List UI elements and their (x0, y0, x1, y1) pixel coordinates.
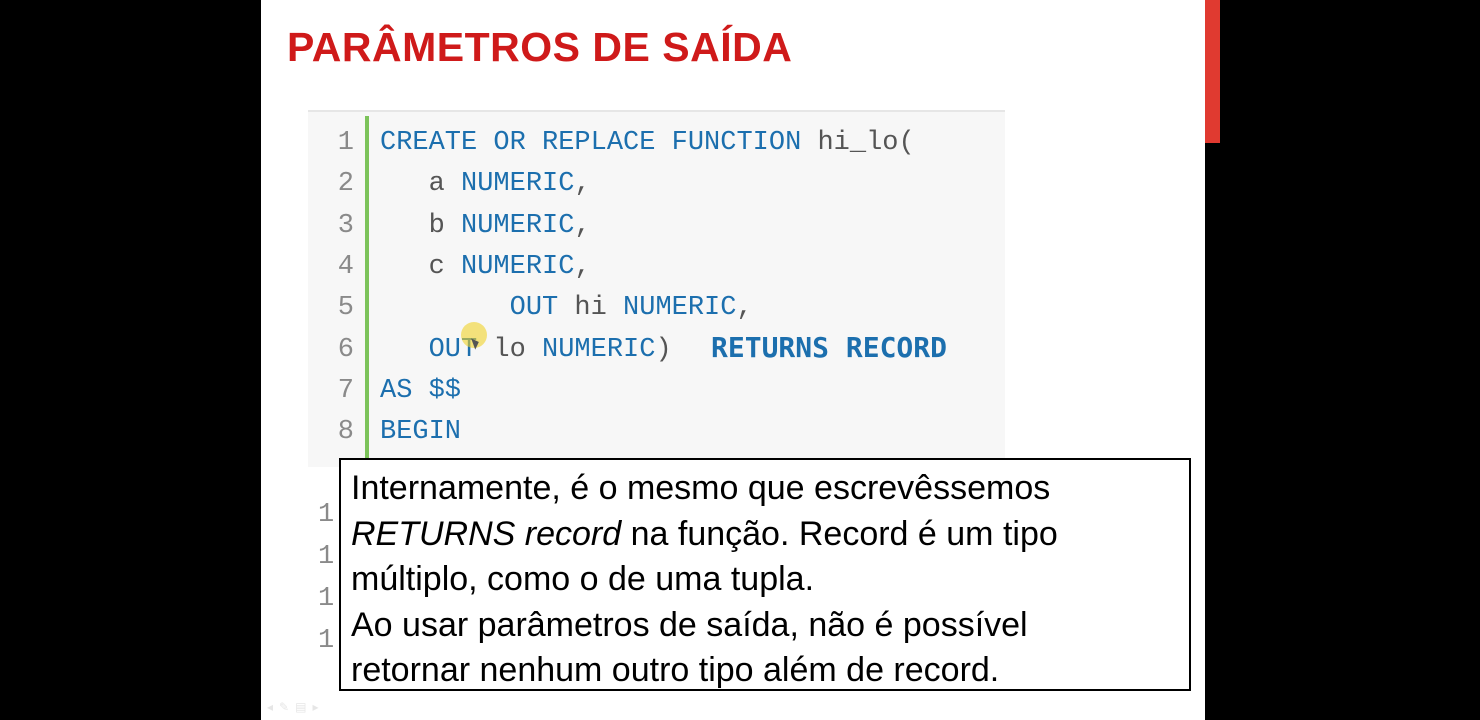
slide: PARÂMETROS DE SAÍDA 1 CREATE OR REPLACE F… (261, 0, 1205, 720)
code-text: OUT lo NUMERIC) (428, 334, 672, 365)
note-text: na função. Record é um tipo (621, 514, 1058, 553)
next-slide-icon[interactable]: ▸ (312, 700, 324, 714)
slide-controls: ◂✎▤▸ (267, 700, 324, 714)
code-panel: 1 CREATE OR REPLACE FUNCTION hi_lo( 2 a NU… (308, 110, 1005, 467)
note-line: Ao usar parâmetros de saída, não é possí… (351, 605, 1028, 644)
note-line: Internamente, é o mesmo que escrevêssemo… (351, 469, 1051, 507)
line-number: 8 (337, 417, 354, 448)
line-number: 6 (337, 334, 354, 365)
code-text: b NUMERIC, (380, 210, 591, 241)
line-number: 1 (318, 584, 335, 614)
menu-icon[interactable]: ▤ (295, 700, 312, 714)
note-italic: RETURNS record (351, 514, 622, 553)
line-number: 1 (318, 500, 335, 530)
code-text: CREATE OR REPLACE FUNCTION hi_lo( (380, 128, 915, 158)
slide-title: PARÂMETROS DE SAÍDA (287, 24, 793, 70)
note-line: RETURNS record na função. Record é um ti… (351, 512, 1179, 558)
line-number: 7 (337, 375, 354, 406)
explanation-note: Internamente, é o mesmo que escrevêssemo… (339, 458, 1191, 691)
code-text: AS $$ (380, 375, 462, 406)
prev-slide-icon[interactable]: ◂ (267, 700, 279, 714)
code-line: 1 CREATE OR REPLACE FUNCTION hi_lo( (308, 124, 1008, 162)
line-number: 3 (337, 210, 354, 241)
code-line: 4 c NUMERIC, (308, 248, 1008, 286)
line-number: 1 (318, 626, 335, 656)
line-number: 1 (337, 128, 354, 158)
code-line: 7 AS $$ (308, 372, 1008, 410)
line-number: 5 (337, 293, 354, 324)
code-text: c NUMERIC, (380, 251, 591, 282)
line-number: 2 (337, 169, 354, 200)
code-line: 3 b NUMERIC, (308, 207, 1008, 245)
pen-icon[interactable]: ✎ (279, 700, 295, 714)
line-number: 4 (337, 251, 354, 282)
code-text: OUT hi NUMERIC, (509, 293, 753, 324)
code-line: 2 a NUMERIC, (308, 165, 1008, 203)
accent-bar (1205, 0, 1220, 143)
code-line: 5 OUT hi NUMERIC, (308, 289, 1008, 327)
returns-record-annotation: RETURNS RECORD (711, 331, 948, 364)
note-line: múltiplo, como o de uma tupla. (351, 560, 815, 598)
line-number: 1 (318, 542, 335, 572)
code-text: a NUMERIC, (380, 169, 591, 200)
note-line: retornar nenhum outro tipo além de recor… (351, 651, 1000, 689)
code-line: 8 BEGIN (308, 413, 1008, 451)
code-text: BEGIN (380, 417, 462, 448)
